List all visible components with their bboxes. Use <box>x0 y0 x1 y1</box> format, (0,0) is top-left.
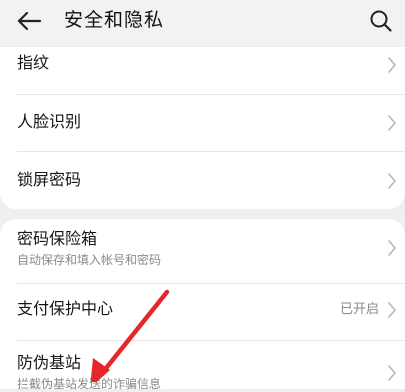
search-icon <box>370 10 392 32</box>
list-item-label: 防伪基站 <box>17 353 82 372</box>
list-item-subtitle: 自动保存和填入帐号和密码 <box>17 253 162 267</box>
list-item-label: 锁屏密码 <box>17 170 82 189</box>
settings-group-biometrics: 指纹 人脸识别 锁屏密码 <box>0 47 405 209</box>
settings-group-security: 密码保险箱 自动保存和填入帐号和密码 支付保护中心 已开启 防伪基站 拦截伪基站… <box>0 219 405 391</box>
list-item-face-recognition[interactable]: 人脸识别 <box>0 95 405 149</box>
chevron-right-icon <box>388 115 396 131</box>
list-item-subtitle: 拦截伪基站发送的诈骗信息 <box>17 377 162 391</box>
chevron-right-icon <box>388 365 396 381</box>
list-item-fingerprint[interactable]: 指纹 <box>0 47 405 83</box>
chevron-right-icon <box>388 240 396 256</box>
list-item-label: 支付保护中心 <box>17 299 114 318</box>
back-button[interactable] <box>12 6 46 36</box>
list-item-label: 密码保险箱 <box>17 229 98 248</box>
chevron-right-icon <box>388 302 396 318</box>
search-button[interactable] <box>365 6 397 36</box>
list-item-password-vault[interactable]: 密码保险箱 自动保存和填入帐号和密码 <box>0 219 405 277</box>
app-header: 安全和隐私 <box>0 0 405 46</box>
chevron-right-icon <box>388 173 396 189</box>
list-item-payment-protection[interactable]: 支付保护中心 已开启 <box>0 284 405 339</box>
status-text: 已开启 <box>339 302 379 317</box>
list-item-label: 人脸识别 <box>17 112 82 131</box>
arrow-left-icon <box>17 11 42 31</box>
list-item-label: 指纹 <box>17 53 50 72</box>
list-item-lock-screen-password[interactable]: 锁屏密码 <box>0 152 405 209</box>
chevron-right-icon <box>388 57 396 73</box>
page-title: 安全和隐私 <box>64 9 165 31</box>
